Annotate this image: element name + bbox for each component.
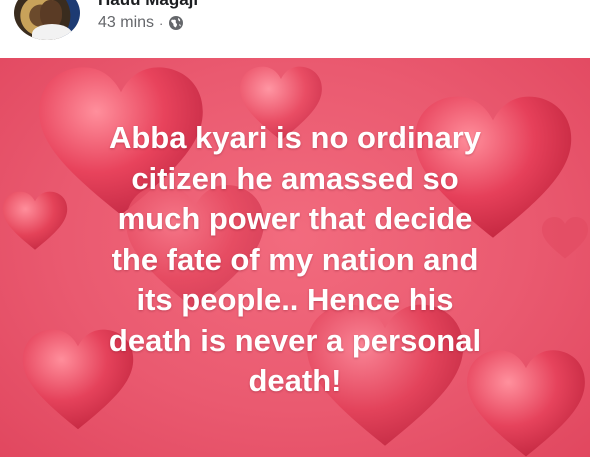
avatar-shirt xyxy=(32,24,72,40)
avatar[interactable] xyxy=(14,0,80,40)
post-time[interactable]: 43 mins xyxy=(98,14,154,32)
author-name[interactable]: Hauu Magaji xyxy=(98,0,198,10)
post-meta: 43 mins · xyxy=(98,14,184,32)
post-image-background[interactable]: Abba kyari is no ordinary citizen he ama… xyxy=(0,58,590,457)
facebook-post: Hauu Magaji 43 mins · xyxy=(0,0,590,457)
post-header: Hauu Magaji 43 mins · xyxy=(0,0,590,58)
globe-icon[interactable] xyxy=(168,15,184,31)
meta-separator: · xyxy=(159,15,164,31)
post-text: Abba kyari is no ordinary citizen he ama… xyxy=(108,120,482,398)
